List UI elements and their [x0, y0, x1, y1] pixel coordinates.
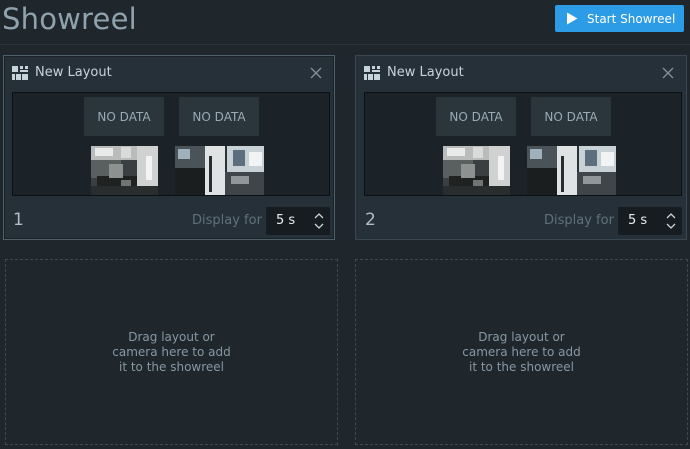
- camera-preview-office: [175, 146, 264, 195]
- camera-preview-kitchen: [443, 146, 510, 195]
- layout-preview: NO DATA NO DATA: [12, 92, 330, 196]
- drop-zone-hint: Drag layout or camera here to add it to …: [462, 330, 580, 375]
- chevron-up-icon[interactable]: [314, 212, 324, 220]
- page-title: Showreel: [2, 2, 137, 36]
- drop-hint-line: Drag layout or: [478, 329, 565, 344]
- camera-preview-office: [527, 146, 616, 195]
- layout-card-2[interactable]: New Layout NO DATA NO DATA 2 Display for…: [355, 55, 687, 240]
- chevron-up-icon[interactable]: [666, 212, 676, 220]
- display-duration-spinbox[interactable]: 5 s: [618, 207, 682, 235]
- duration-value: 5 s: [276, 213, 296, 228]
- drop-hint-line: it to the showreel: [118, 359, 224, 374]
- camera-preview-kitchen: [91, 146, 158, 195]
- no-data-tile: NO DATA: [531, 97, 611, 136]
- layout-name: New Layout: [387, 65, 464, 80]
- display-for-label: Display for: [544, 213, 614, 228]
- play-icon: [566, 12, 578, 25]
- drop-zone-hint: Drag layout or camera here to add it to …: [112, 330, 230, 375]
- chevron-down-icon[interactable]: [666, 222, 676, 230]
- layout-grid-icon: [364, 65, 380, 80]
- showreel-drop-zone[interactable]: Drag layout or camera here to add it to …: [355, 259, 688, 445]
- showreel-drop-zone[interactable]: Drag layout or camera here to add it to …: [5, 259, 338, 445]
- display-duration-spinbox[interactable]: 5 s: [266, 207, 330, 235]
- chevron-down-icon[interactable]: [314, 222, 324, 230]
- duration-value: 5 s: [628, 213, 648, 228]
- layout-name: New Layout: [35, 65, 112, 80]
- close-icon[interactable]: [661, 66, 675, 80]
- drop-hint-line: Drag layout or: [128, 329, 215, 344]
- header-divider: [0, 44, 690, 45]
- layout-preview: NO DATA NO DATA: [364, 92, 682, 196]
- layout-grid-icon: [12, 65, 28, 80]
- layout-number: 2: [365, 210, 376, 230]
- close-icon[interactable]: [309, 66, 323, 80]
- start-showreel-button[interactable]: Start Showreel: [555, 5, 684, 32]
- start-showreel-label: Start Showreel: [587, 11, 676, 26]
- no-data-tile: NO DATA: [179, 97, 259, 136]
- no-data-tile: NO DATA: [84, 97, 164, 136]
- layout-card-1[interactable]: New Layout NO DATA NO DATA 1 Display for…: [3, 55, 335, 240]
- display-for-label: Display for: [192, 213, 262, 228]
- drop-hint-line: camera here to add: [112, 344, 231, 359]
- drop-hint-line: camera here to add: [462, 344, 581, 359]
- layout-number: 1: [13, 210, 24, 230]
- no-data-tile: NO DATA: [436, 97, 516, 136]
- drop-hint-line: it to the showreel: [468, 359, 574, 374]
